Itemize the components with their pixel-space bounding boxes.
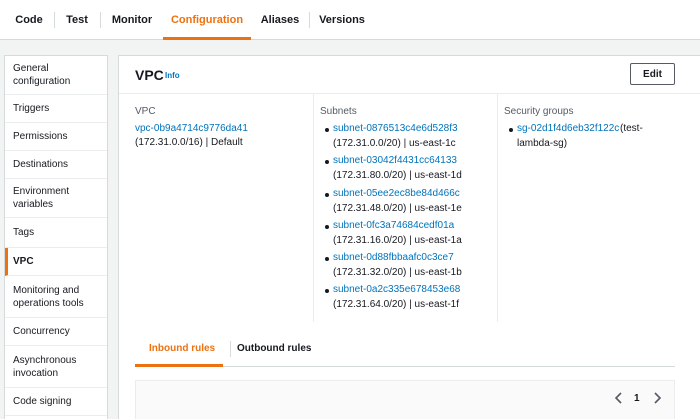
- sidebar-item-concurrency[interactable]: Concurrency: [5, 318, 107, 346]
- bullet-icon: [325, 193, 329, 197]
- subnet-link[interactable]: subnet-0fc3a74684cedf01a: [333, 220, 454, 231]
- sidebar-item-destinations[interactable]: Destinations: [5, 151, 107, 179]
- pagination-next[interactable]: [652, 391, 662, 408]
- rules-tab-bar: Inbound rules Outbound rules: [135, 333, 675, 367]
- pagination-current-page[interactable]: 1: [634, 393, 640, 404]
- sidebar-item-code-signing[interactable]: Code signing: [5, 388, 107, 416]
- rules-table-container: 1: [135, 380, 675, 419]
- tab-outbound-rules[interactable]: Outbound rules: [237, 343, 311, 354]
- panel-title: VPC: [135, 67, 164, 83]
- security-group-link[interactable]: sg-02d1f4d6eb32f122c: [517, 123, 619, 134]
- vpc-panel: VPC Info Edit VPC vpc-0b9a4714c9776da41 …: [118, 55, 700, 419]
- column-divider: [313, 94, 314, 322]
- subnet-detail: (172.31.0.0/20) | us-east-1c: [333, 138, 456, 149]
- vpc-id-link[interactable]: vpc-0b9a4714c9776da41: [135, 123, 248, 134]
- vpc-cidr: (172.31.0.0/16) | Default: [135, 137, 243, 148]
- sidebar-item-environment-variables[interactable]: Environment variables: [5, 179, 107, 218]
- subnet-link[interactable]: subnet-03042f4431cc64133: [333, 155, 457, 166]
- edit-button[interactable]: Edit: [630, 63, 675, 85]
- subnet-detail: (172.31.32.0/20) | us-east-1b: [333, 267, 462, 278]
- info-link[interactable]: Info: [165, 71, 180, 80]
- bullet-icon: [325, 128, 329, 132]
- subnet-detail: (172.31.64.0/20) | us-east-1f: [333, 299, 460, 310]
- sidebar-item-permissions[interactable]: Permissions: [5, 123, 107, 151]
- security-group-name: (test-: [620, 123, 643, 134]
- tab-monitor[interactable]: Monitor: [102, 0, 162, 40]
- security-group-name-continued: lambda-sg): [517, 138, 568, 149]
- chevron-right-icon: [654, 392, 662, 404]
- column-divider: [497, 94, 498, 322]
- subnet-detail: (172.31.80.0/20) | us-east-1d: [333, 170, 462, 181]
- pagination-prev[interactable]: [614, 391, 624, 408]
- active-rules-tab-indicator: [135, 364, 223, 367]
- tab-divider: [309, 12, 310, 28]
- subnet-detail: (172.31.16.0/20) | us-east-1a: [333, 235, 462, 246]
- function-tab-bar: Code Test Monitor Configuration Aliases …: [0, 0, 700, 40]
- sidebar-item-triggers[interactable]: Triggers: [5, 95, 107, 123]
- sidebar-item-general-configuration[interactable]: General configuration: [5, 56, 107, 95]
- bullet-icon: [325, 225, 329, 229]
- sidebar-item-vpc[interactable]: VPC: [5, 248, 107, 276]
- tab-inbound-rules[interactable]: Inbound rules: [149, 343, 215, 354]
- active-tab-indicator: [163, 37, 251, 40]
- tab-aliases[interactable]: Aliases: [253, 0, 307, 40]
- sidebar-item-tags[interactable]: Tags: [5, 218, 107, 248]
- panel-header: VPC Info Edit: [119, 56, 700, 94]
- subnet-link[interactable]: subnet-0876513c4e6d528f3: [333, 123, 458, 134]
- sidebar-item-asynchronous-invocation[interactable]: Asynchronous invocation: [5, 346, 107, 388]
- bullet-icon: [325, 257, 329, 261]
- bullet-icon: [325, 160, 329, 164]
- subnets-label: Subnets: [320, 106, 357, 117]
- subnet-link[interactable]: subnet-05ee2ec8be84d466c: [333, 188, 460, 199]
- vpc-label: VPC: [135, 106, 156, 117]
- bullet-icon: [509, 128, 513, 132]
- configuration-sidebar: General configuration Triggers Permissio…: [4, 55, 108, 419]
- security-groups-label: Security groups: [504, 106, 574, 117]
- tab-divider: [100, 12, 101, 28]
- bullet-icon: [325, 289, 329, 293]
- tab-configuration[interactable]: Configuration: [163, 0, 251, 40]
- tab-code[interactable]: Code: [6, 0, 52, 40]
- tab-test[interactable]: Test: [56, 0, 98, 40]
- tab-divider: [230, 341, 231, 357]
- subnet-link[interactable]: subnet-0d88fbbaafc0c3ce7: [333, 252, 454, 263]
- tab-versions[interactable]: Versions: [311, 0, 373, 40]
- tab-divider: [54, 12, 55, 28]
- subnet-link[interactable]: subnet-0a2c335e678453e68: [333, 284, 460, 295]
- chevron-left-icon: [614, 392, 622, 404]
- subnet-detail: (172.31.48.0/20) | us-east-1e: [333, 203, 462, 214]
- sidebar-item-monitoring-and-operations-tools[interactable]: Monitoring and operations tools: [5, 276, 107, 318]
